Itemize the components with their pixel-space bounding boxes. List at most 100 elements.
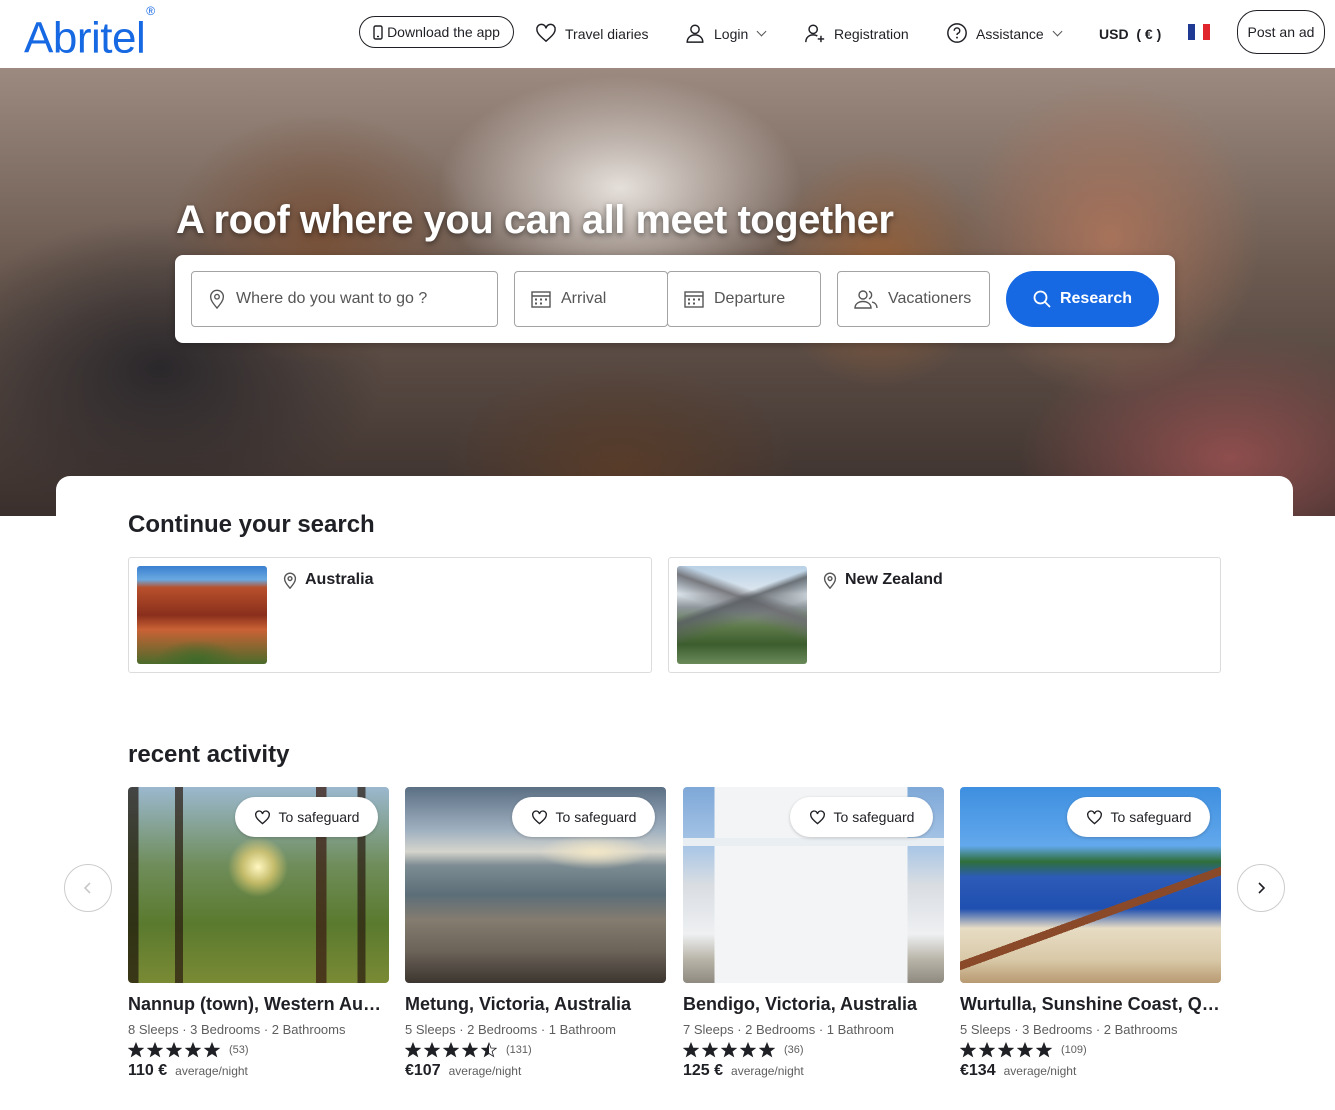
star-icon	[128, 1042, 144, 1058]
star-icon	[481, 1042, 497, 1058]
price-unit: average/night	[1003, 1064, 1077, 1078]
heart-icon	[1086, 809, 1103, 825]
star-icon	[424, 1042, 440, 1058]
heart-icon	[535, 23, 557, 46]
price-unit: average/night	[731, 1064, 804, 1078]
property-rating: (109)	[960, 1042, 1221, 1058]
property-price: €134 average/night	[960, 1062, 1221, 1080]
chevron-left-icon	[83, 881, 93, 895]
price-value: 125 €	[683, 1062, 724, 1079]
chevron-down-icon	[1052, 26, 1063, 36]
save-label: To safeguard	[1110, 809, 1192, 825]
group-icon	[854, 289, 878, 309]
post-ad-button[interactable]: Post an ad	[1237, 10, 1325, 54]
heart-icon	[531, 809, 548, 825]
registration-label: Registration	[834, 26, 909, 42]
review-count: (131)	[506, 1044, 532, 1056]
search-box: Where do you want to go ? Arrival Depart…	[175, 255, 1175, 343]
star-icon	[740, 1042, 756, 1058]
property-title: Bendigo, Victoria, Australia	[683, 994, 918, 1014]
property-title: Nannup (town), Western Australia, Austra…	[128, 994, 389, 1014]
property-card[interactable]: To safeguard Wurtulla, Sunshine Coast, Q…	[960, 787, 1221, 1080]
add-user-icon	[804, 22, 826, 47]
property-photo: To safeguard	[960, 787, 1221, 983]
price-unit: average/night	[448, 1064, 522, 1078]
save-button[interactable]: To safeguard	[512, 797, 655, 837]
chevron-down-icon	[756, 26, 767, 36]
star-icon	[960, 1042, 976, 1058]
star-icon	[166, 1042, 182, 1058]
download-app-button[interactable]: Download the app	[359, 16, 514, 48]
continue-search-heading: Continue your search	[128, 511, 375, 538]
travel-diaries-link[interactable]: Travel diaries	[535, 0, 649, 68]
recent-search-card-new-zealand[interactable]: New Zealand	[668, 557, 1221, 673]
price-value: 110 €	[128, 1062, 168, 1079]
australia-thumbnail	[137, 566, 267, 664]
property-price: 110 € average/night	[128, 1062, 389, 1080]
chevron-right-icon	[1256, 881, 1266, 895]
recent-search-card-australia[interactable]: Australia	[128, 557, 652, 673]
abritel-logo[interactable]: Abritel®	[24, 4, 155, 64]
property-card[interactable]: To safeguard Bendigo, Victoria, Australi…	[683, 787, 944, 1080]
vacationers-label: Vacationers	[888, 290, 972, 307]
save-button[interactable]: To safeguard	[1067, 797, 1210, 837]
save-button[interactable]: To safeguard	[790, 797, 933, 837]
star-icon	[443, 1042, 459, 1058]
star-icon	[683, 1042, 699, 1058]
property-rating: (53)	[128, 1042, 389, 1058]
france-flag-icon[interactable]	[1188, 24, 1210, 40]
location-pin-icon	[208, 289, 226, 309]
heart-icon	[254, 809, 271, 825]
research-label: Research	[1059, 290, 1133, 307]
star-icon	[1017, 1042, 1033, 1058]
carousel-prev-button[interactable]	[64, 864, 112, 912]
assistance-menu[interactable]: Assistance	[946, 0, 1063, 68]
star-icon	[1036, 1042, 1052, 1058]
arrival-label: Arrival	[561, 290, 607, 307]
star-icon	[185, 1042, 201, 1058]
new-zealand-thumbnail	[677, 566, 807, 664]
departure-date-input[interactable]: Departure	[667, 271, 821, 327]
calendar-icon	[531, 290, 551, 308]
phone-icon	[373, 24, 383, 40]
star-icon	[721, 1042, 737, 1058]
property-card[interactable]: To safeguard Metung, Victoria, Australia…	[405, 787, 666, 1080]
vacationers-input[interactable]: Vacationers	[837, 271, 990, 327]
currency-label: USD ( € )	[1099, 26, 1162, 42]
star-icon	[998, 1042, 1014, 1058]
carousel-next-button[interactable]	[1237, 864, 1285, 912]
assistance-label: Assistance	[976, 26, 1044, 42]
property-rating: (36)	[683, 1042, 944, 1058]
property-price: 125 € average/night	[683, 1062, 944, 1080]
travel-diaries-label: Travel diaries	[565, 26, 649, 42]
property-details: 8 Sleeps · 3 Bedrooms · 2 Bathrooms	[128, 1022, 346, 1037]
recent-search-label: New Zealand	[845, 571, 943, 588]
post-ad-label: Post an ad	[1247, 24, 1315, 40]
price-unit: average/night	[175, 1064, 248, 1078]
review-count: (53)	[229, 1044, 249, 1056]
star-icon	[979, 1042, 995, 1058]
destination-placeholder: Where do you want to go ?	[236, 290, 428, 307]
login-label: Login	[714, 26, 749, 42]
research-button[interactable]: Research	[1006, 271, 1159, 327]
property-price: €107 average/night	[405, 1062, 666, 1080]
star-icon	[702, 1042, 718, 1058]
star-icon	[204, 1042, 220, 1058]
property-details: 7 Sleeps · 2 Bedrooms · 1 Bathroom	[683, 1022, 894, 1037]
property-card[interactable]: To safeguard Nannup (town), Western Aust…	[128, 787, 389, 1080]
price-value: €107	[405, 1062, 441, 1079]
login-menu[interactable]: Login	[684, 0, 767, 68]
currency-selector[interactable]: USD ( € )	[1099, 0, 1161, 68]
recent-search-label: Australia	[305, 571, 374, 588]
price-value: €134	[960, 1062, 996, 1079]
star-rating	[683, 1042, 778, 1058]
property-details: 5 Sleeps · 2 Bedrooms · 1 Bathroom	[405, 1022, 616, 1037]
destination-input[interactable]: Where do you want to go ?	[191, 271, 498, 327]
star-rating	[960, 1042, 1055, 1058]
departure-label: Departure	[714, 290, 786, 307]
save-button[interactable]: To safeguard	[235, 797, 378, 837]
arrival-date-input[interactable]: Arrival	[514, 271, 668, 327]
registration-link[interactable]: Registration	[804, 0, 909, 68]
location-pin-icon	[823, 572, 837, 589]
save-label: To safeguard	[555, 809, 637, 825]
